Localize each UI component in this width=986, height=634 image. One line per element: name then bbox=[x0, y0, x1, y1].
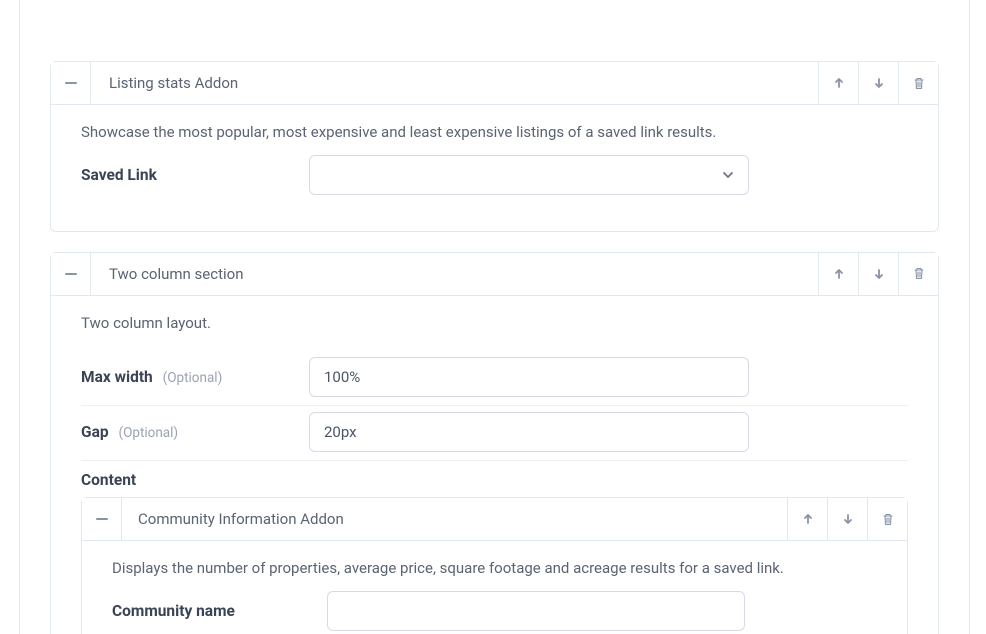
section-body: Displays the number of properties, avera… bbox=[82, 541, 907, 634]
arrow-up-icon bbox=[833, 77, 845, 89]
collapse-button[interactable] bbox=[51, 62, 91, 104]
arrow-down-icon bbox=[873, 77, 885, 89]
collapse-button[interactable] bbox=[51, 253, 91, 295]
trash-icon bbox=[913, 77, 925, 90]
content-heading: Content bbox=[81, 461, 908, 497]
move-up-button[interactable] bbox=[818, 62, 858, 104]
arrow-up-icon bbox=[802, 513, 814, 525]
section-title: Two column section bbox=[91, 253, 818, 295]
field-label: Saved Link bbox=[81, 166, 289, 184]
arrow-up-icon bbox=[833, 268, 845, 280]
section-header: Listing stats Addon bbox=[51, 62, 938, 105]
section-header: Two column section bbox=[51, 253, 938, 296]
max-width-input[interactable] bbox=[309, 357, 749, 397]
saved-link-select[interactable] bbox=[309, 155, 749, 195]
section-two-column: Two column section Two column layout. Ma… bbox=[50, 252, 939, 634]
delete-button[interactable] bbox=[898, 62, 938, 104]
gap-input[interactable] bbox=[309, 412, 749, 452]
field-optional: (Optional) bbox=[118, 425, 178, 441]
trash-icon bbox=[913, 267, 925, 280]
delete-button[interactable] bbox=[898, 253, 938, 295]
section-header: Community Information Addon bbox=[82, 498, 907, 541]
community-name-input[interactable] bbox=[327, 591, 745, 631]
delete-button[interactable] bbox=[867, 498, 907, 540]
field-max-width: Max width (Optional) bbox=[81, 351, 908, 406]
move-down-button[interactable] bbox=[858, 62, 898, 104]
trash-icon bbox=[882, 513, 894, 526]
field-label: Community name bbox=[112, 602, 307, 620]
move-up-button[interactable] bbox=[787, 498, 827, 540]
minus-icon bbox=[65, 268, 77, 280]
section-listing-stats: Listing stats Addon Showcase the most po… bbox=[50, 61, 939, 232]
field-label-text: Gap bbox=[81, 423, 109, 441]
field-gap: Gap (Optional) bbox=[81, 406, 908, 461]
field-optional: (Optional) bbox=[163, 370, 223, 386]
minus-icon bbox=[65, 77, 77, 89]
arrow-down-icon bbox=[842, 513, 854, 525]
section-title: Listing stats Addon bbox=[91, 62, 818, 104]
section-description: Displays the number of properties, avera… bbox=[112, 559, 877, 579]
field-community-name: Community name bbox=[112, 585, 877, 634]
arrow-down-icon bbox=[873, 268, 885, 280]
field-saved-link: Saved Link bbox=[81, 149, 908, 203]
section-title: Community Information Addon bbox=[122, 498, 787, 540]
move-down-button[interactable] bbox=[827, 498, 867, 540]
section-description: Showcase the most popular, most expensiv… bbox=[81, 123, 908, 143]
move-up-button[interactable] bbox=[818, 253, 858, 295]
section-body: Showcase the most popular, most expensiv… bbox=[51, 105, 938, 231]
field-label: Gap (Optional) bbox=[81, 423, 289, 441]
section-community-info: Community Information Addon Displays the… bbox=[81, 497, 908, 634]
section-body: Two column layout. Max width (Optional) … bbox=[51, 296, 938, 634]
field-label-text: Max width bbox=[81, 368, 153, 386]
collapse-button[interactable] bbox=[82, 498, 122, 540]
settings-panel: Listing stats Addon Showcase the most po… bbox=[19, 0, 970, 634]
move-down-button[interactable] bbox=[858, 253, 898, 295]
minus-icon bbox=[96, 513, 108, 525]
section-description: Two column layout. bbox=[81, 314, 908, 334]
field-label: Max width (Optional) bbox=[81, 368, 289, 386]
